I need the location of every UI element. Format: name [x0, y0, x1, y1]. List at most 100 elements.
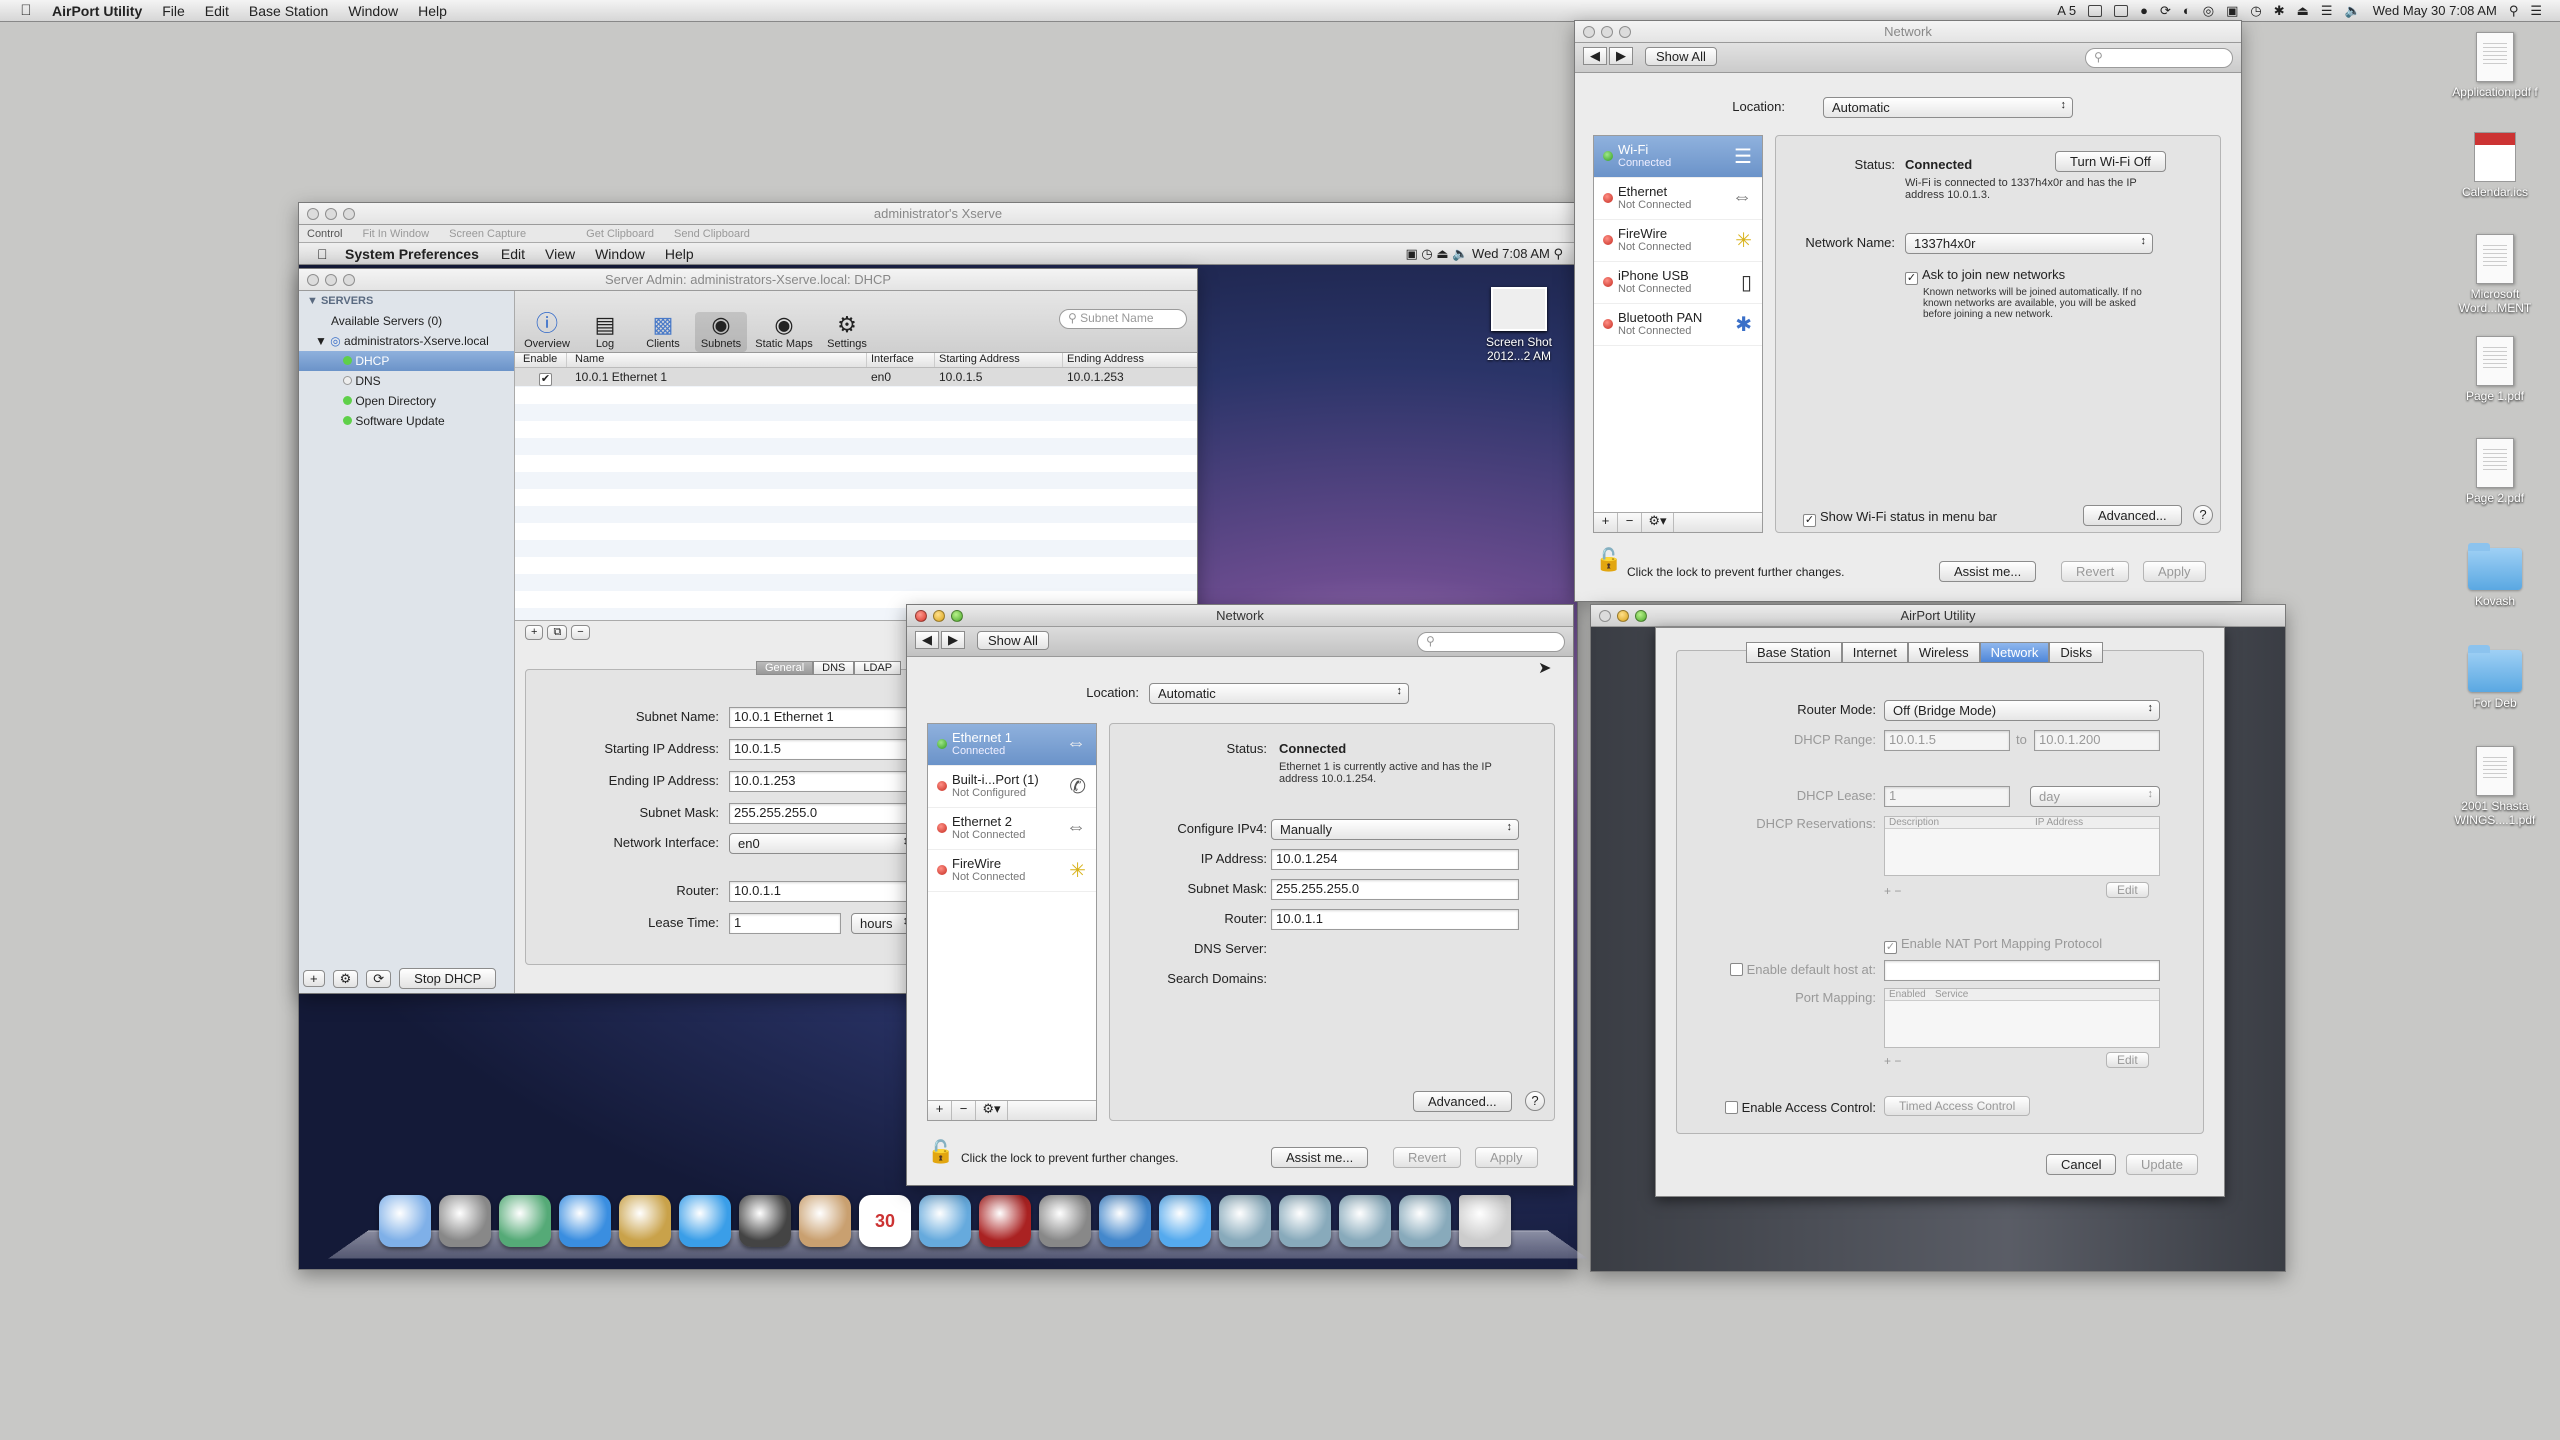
menu-clock[interactable]: Wed May 30 7:08 AM — [2373, 3, 2497, 18]
apply-button[interactable]: Apply — [1475, 1147, 1538, 1168]
subnet-mask-field[interactable]: 255.255.255.0 — [1271, 879, 1519, 900]
service-wifi[interactable]: Wi-Fi Connected ☰ — [1594, 136, 1762, 178]
dock-finder[interactable] — [379, 1195, 431, 1247]
service-firewire[interactable]: FireWire Not Connected ✳ — [1594, 220, 1762, 262]
stop-dhcp-button[interactable]: Stop DHCP — [399, 968, 497, 989]
get-clipboard-button[interactable]: Get Clipboard — [586, 228, 654, 240]
network-name-select[interactable]: 1337h4x0r — [1905, 233, 2153, 254]
dhcp-lease-unit-select[interactable]: day — [2030, 786, 2160, 807]
minimize-button[interactable] — [325, 208, 337, 220]
help-button[interactable]: ? — [1525, 1091, 1545, 1111]
remote-screenshot-file[interactable]: Screen Shot 2012...2 AM — [1479, 287, 1559, 363]
desktop-file[interactable]: Page 2.pdf — [2440, 438, 2550, 505]
location-select[interactable]: Automatic — [1149, 683, 1409, 704]
service-gear-button[interactable]: ⚙▾ — [976, 1101, 1008, 1120]
lock-icon[interactable]: 🔓 — [1595, 547, 1622, 573]
tab-dns[interactable]: DNS — [813, 661, 855, 675]
close-button[interactable] — [1583, 26, 1595, 38]
apply-button[interactable]: Apply — [2143, 561, 2206, 582]
toolbar-static-maps[interactable]: ◉ Static Maps — [753, 312, 815, 352]
default-host-checkbox[interactable]: Enable default host at: — [1676, 962, 1876, 977]
back-button[interactable]: ◀ — [915, 631, 939, 649]
help-button[interactable]: ? — [2193, 505, 2213, 525]
remove-subnet-button[interactable]: − — [571, 625, 590, 640]
desktop-file[interactable]: Page 1.pdf — [2440, 336, 2550, 403]
apple-menu-icon[interactable]:  — [18, 2, 34, 19]
dock-photo-booth[interactable] — [979, 1195, 1031, 1247]
tray-timemachine-icon[interactable]: ◷ — [2250, 3, 2261, 19]
dock-server-admin[interactable] — [499, 1195, 551, 1247]
router-mode-select[interactable]: Off (Bridge Mode) — [1884, 700, 2160, 721]
dhcp-end-field[interactable]: 10.0.1.200 — [2034, 730, 2160, 751]
forward-button[interactable]: ▶ — [941, 631, 965, 649]
tab-internet[interactable]: Internet — [1841, 642, 1908, 663]
dock-launchpad[interactable] — [439, 1195, 491, 1247]
send-clipboard-button[interactable]: Send Clipboard — [674, 228, 750, 240]
back-button[interactable]: ◀ — [1583, 47, 1607, 65]
subnet-mask-field[interactable]: 255.255.255.0 — [729, 803, 915, 824]
remote-menu-help[interactable]: Help — [655, 246, 704, 262]
revert-button[interactable]: Revert — [2061, 561, 2130, 582]
service-firewire[interactable]: FireWire Not Connected ✳ — [928, 850, 1096, 892]
dock-calendar[interactable]: 30 — [859, 1195, 911, 1247]
dock-trash[interactable] — [1459, 1195, 1511, 1247]
remote-menu-app[interactable]: System Preferences — [333, 246, 491, 262]
network-interface-select[interactable]: en0 — [729, 833, 915, 854]
assist-me-button[interactable]: Assist me... — [1271, 1147, 1369, 1168]
advanced-button[interactable]: Advanced... — [2083, 505, 2182, 526]
zoom-button[interactable] — [343, 274, 355, 286]
turn-wifi-off-button[interactable]: Turn Wi-Fi Off — [2055, 151, 2166, 172]
subnet-search-input[interactable]: ⚲ Subnet Name — [1059, 309, 1187, 329]
network-search-input[interactable]: ⚲ — [2085, 48, 2233, 68]
minimize-button[interactable] — [1601, 26, 1613, 38]
refresh-button[interactable]: ⟳ — [366, 969, 392, 988]
service-iphone-usb[interactable]: iPhone USB Not Connected ▯ — [1594, 262, 1762, 304]
remote-apple-icon[interactable]:  — [317, 246, 333, 262]
tab-base-station[interactable]: Base Station — [1746, 642, 1842, 663]
close-button[interactable] — [307, 208, 319, 220]
router-field[interactable]: 10.0.1.1 — [729, 881, 915, 902]
enable-checkbox[interactable]: ✔ — [539, 372, 552, 386]
dock-remote-desktop[interactable] — [1159, 1195, 1211, 1247]
edit-reservation-button[interactable]: Edit — [2106, 882, 2149, 898]
desktop-file[interactable]: 2001 Shasta WINGS....1.pdf — [2440, 746, 2550, 827]
edit-port-mapping-button[interactable]: Edit — [2106, 1052, 2149, 1068]
menu-help[interactable]: Help — [408, 3, 457, 19]
tray-wifi-icon[interactable]: ☰ — [2321, 3, 2333, 19]
minimize-button[interactable] — [1617, 610, 1629, 622]
ip-address-field[interactable]: 10.0.1.254 — [1271, 849, 1519, 870]
spotlight-icon[interactable]: ⚲ — [2509, 3, 2519, 19]
service-ethernet-1[interactable]: Ethernet 1 Connected ⇔ — [928, 724, 1096, 766]
forward-button[interactable]: ▶ — [1609, 47, 1633, 65]
service-open-directory[interactable]: Open Directory — [299, 391, 514, 411]
close-button[interactable] — [1599, 610, 1611, 622]
close-button[interactable] — [915, 610, 927, 622]
lock-icon[interactable]: 🔓 — [927, 1139, 954, 1165]
dock-utilities[interactable] — [1279, 1195, 1331, 1247]
service-dns[interactable]: DNS — [299, 371, 514, 391]
dock-photo-booth[interactable] — [739, 1195, 791, 1247]
tab-general[interactable]: General — [756, 661, 814, 675]
show-all-button[interactable]: Show All — [977, 631, 1049, 650]
screen-capture-button[interactable]: Screen Capture — [449, 228, 526, 240]
dock-itunes[interactable] — [919, 1195, 971, 1247]
timed-access-button[interactable]: Timed Access Control — [1884, 1096, 2031, 1116]
tray-eject-icon[interactable]: ⏏ — [2297, 3, 2309, 19]
remove-service-button[interactable]: − — [952, 1101, 976, 1120]
desktop-file[interactable]: Microsoft Word...MENT — [2440, 234, 2550, 315]
service-bluetooth-pan[interactable]: Bluetooth PAN Not Connected ✱ — [1594, 304, 1762, 346]
ask-join-checkbox[interactable]: ✓ Ask to join new networks — [1905, 267, 2065, 285]
table-row[interactable]: ✔ 10.0.1 Ethernet 1 en0 10.0.1.5 10.0.1.… — [515, 368, 1197, 386]
toolbar-subnets[interactable]: ◉ Subnets — [695, 312, 747, 352]
tray-grid-icon[interactable] — [2114, 4, 2129, 17]
revert-button[interactable]: Revert — [1393, 1147, 1462, 1168]
remote-menu-view[interactable]: View — [535, 246, 585, 262]
subnet-name-field[interactable]: 10.0.1 Ethernet 1 — [729, 707, 915, 728]
dock-address-book[interactable] — [799, 1195, 851, 1247]
remove-reservation-button[interactable]: − — [1894, 884, 1901, 898]
add-port-mapping-button[interactable]: + — [1884, 1054, 1891, 1068]
service-ethernet[interactable]: Ethernet Not Connected ⇔ — [1594, 178, 1762, 220]
add-service-button[interactable]: + — [1594, 513, 1618, 532]
control-button[interactable]: Control — [307, 228, 342, 240]
add-subnet-button[interactable]: + — [525, 625, 544, 640]
